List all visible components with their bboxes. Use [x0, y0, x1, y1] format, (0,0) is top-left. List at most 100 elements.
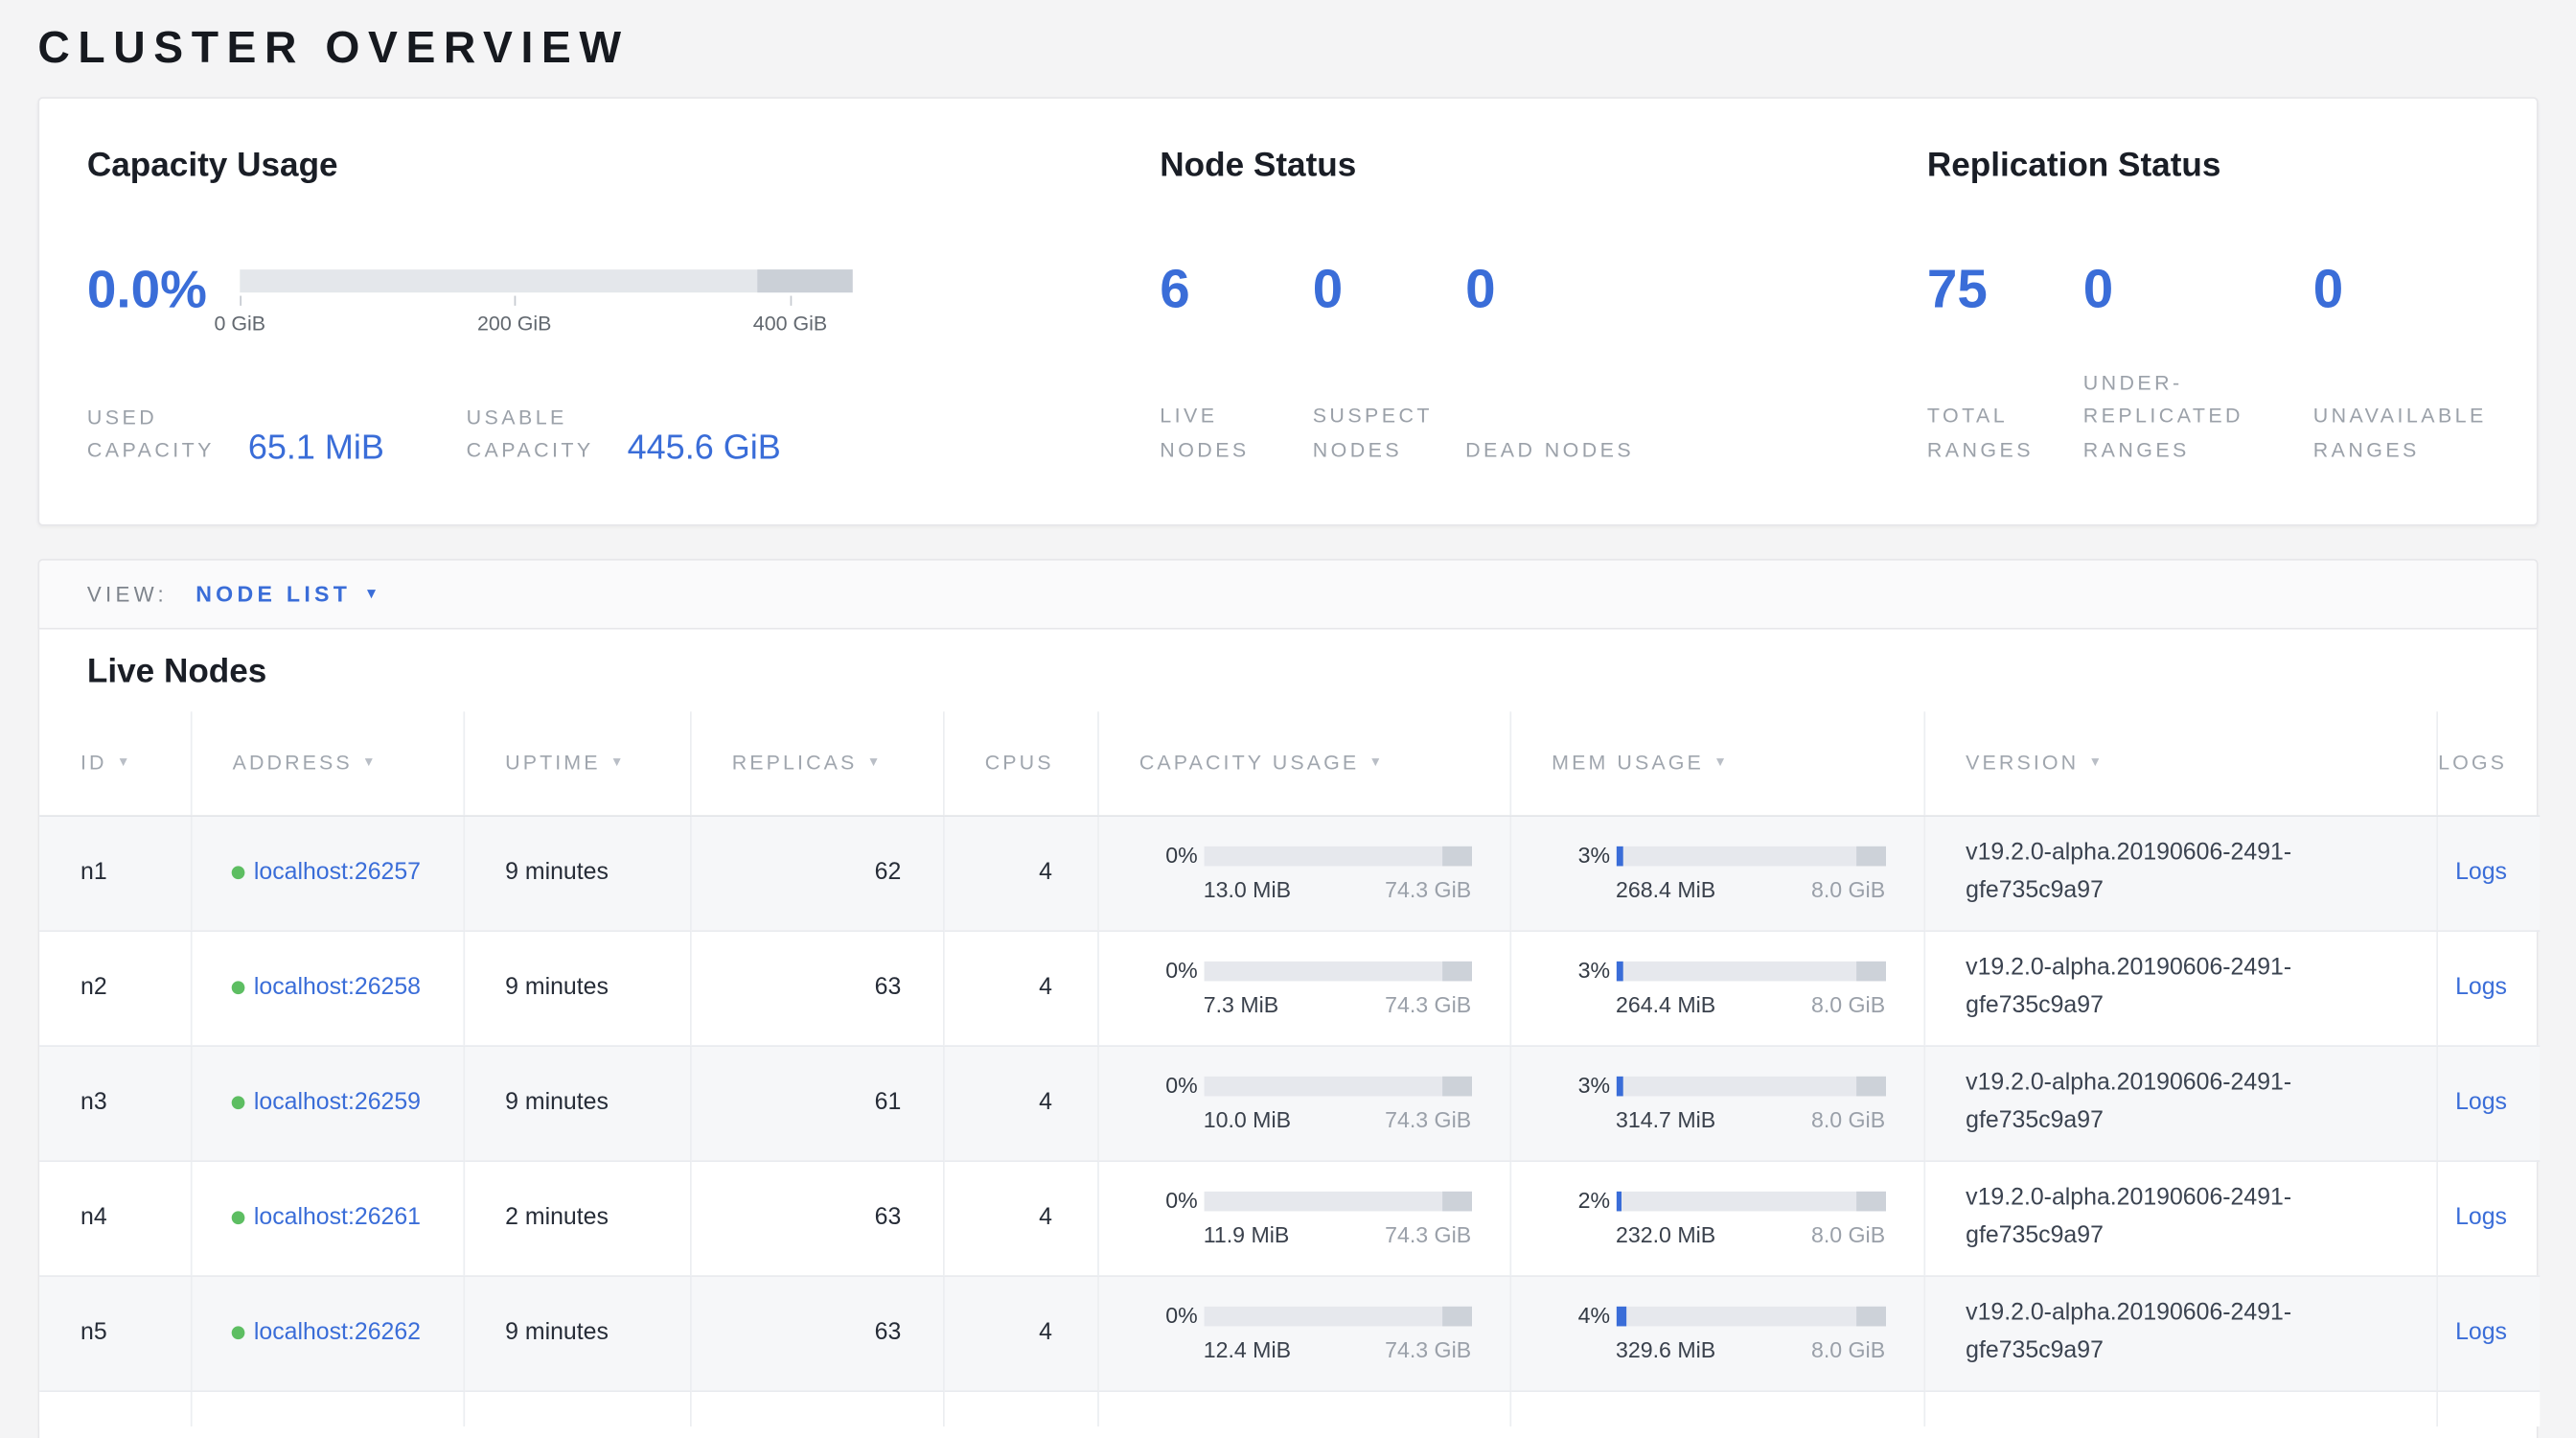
logs-link[interactable]: Logs: [2455, 860, 2507, 886]
app-root: CLUSTER OVERVIEW Capacity Usage 0.0% 0 G…: [0, 0, 2576, 1438]
node-address-cell: localhost:26261: [191, 1160, 464, 1275]
node-address-link[interactable]: localhost:26262: [254, 1314, 435, 1352]
mem-used-fill: [1616, 1076, 1623, 1096]
capacity-used-value: 10.0 MiB: [1204, 1107, 1291, 1132]
usable-capacity-value: 445.6 GiB: [628, 430, 781, 467]
node-cpus-cell: 4: [943, 930, 1097, 1045]
capacity-reserved-segment: [1441, 846, 1471, 866]
capacity-used-value: 12.4 MiB: [1204, 1337, 1291, 1362]
live-status-dot-icon: [231, 1326, 244, 1339]
logs-link[interactable]: Logs: [2455, 1205, 2507, 1231]
node-replicas-cell: 61: [690, 1045, 943, 1160]
live-status-dot-icon: [231, 1096, 244, 1109]
mem-reserved-segment: [1855, 961, 1885, 981]
live-status-dot-icon: [231, 981, 244, 994]
node-replicas-cell: 63: [690, 1160, 943, 1275]
node-mem-usage-cell: 3% 268.4 MiB 8.0 GiB: [1509, 815, 1923, 930]
mem-total-value: 8.0 GiB: [1811, 877, 1885, 902]
mem-percent: 2%: [1578, 1188, 1616, 1213]
view-bar: VIEW: NODE LIST ▼: [37, 559, 2538, 630]
node-version-cell: v19.2.0-alpha.20190606-2491-gfe735c9a97: [1923, 1275, 2436, 1390]
mem-percent: 3%: [1578, 1073, 1616, 1098]
gauge-tick: [790, 296, 792, 306]
node-uptime-cell: 2 minutes: [463, 1160, 690, 1275]
live-nodes-value: 6: [1160, 262, 1312, 317]
sort-desc-icon: ▼: [362, 754, 379, 769]
view-selector-dropdown[interactable]: NODE LIST ▼: [196, 582, 379, 607]
gauge-tick: [515, 296, 517, 306]
node-uptime-cell: 9 minutes: [463, 930, 690, 1045]
node-id-cell: n5: [39, 1275, 191, 1390]
node-cpus-cell: 4: [943, 1275, 1097, 1390]
node-capacity-usage-cell: 0% 10.0 MiB 74.3 GiB: [1097, 1045, 1509, 1160]
column-header-replicas[interactable]: REPLICAS▼: [690, 711, 943, 815]
capacity-usage-bar: [1204, 1076, 1471, 1096]
node-version-cell: v19.2.0-alpha.20190606-2491-gfe735c9a97: [1923, 1045, 2436, 1160]
capacity-used-value: 7.3 MiB: [1204, 992, 1278, 1017]
capacity-usage-bar: [1204, 961, 1471, 981]
node-replicas-cell: 63: [690, 930, 943, 1045]
nodes-table-header-row: ID▼ ADDRESS▼ UPTIME▼ REPLICAS▼ CPUS CAPA…: [39, 711, 2540, 815]
node-version-cell: v19.2.0-alpha.20190606-2491-gfe735c9a97: [1923, 930, 2436, 1045]
node-cpus-cell: 4: [943, 1160, 1097, 1275]
under-replicated-ranges-value: 0: [2083, 262, 2313, 317]
cluster-summary-card: Capacity Usage 0.0% 0 GiB 200 GiB 400 Gi…: [37, 97, 2538, 525]
gauge-tick-label: 400 GiB: [753, 313, 827, 336]
column-header-id[interactable]: ID▼: [39, 711, 191, 815]
table-row: n2 localhost:26258 9 minutes 63 4 0% 7.3…: [39, 930, 2540, 1045]
node-uptime-cell: 9 minutes: [463, 815, 690, 930]
capacity-gauge: 0 GiB 200 GiB 400 GiB: [240, 269, 852, 292]
unavailable-ranges-value: 0: [2313, 262, 2489, 317]
table-row-partial: [39, 1390, 2540, 1426]
node-status-stats: 6 LIVE NODES 0 SUSPECT NODES 0 DEAD NODE…: [1160, 262, 1882, 467]
dead-nodes-stat: 0 DEAD NODES: [1465, 262, 1882, 467]
node-address-link[interactable]: localhost:26261: [254, 1199, 435, 1237]
node-address-link[interactable]: localhost:26257: [254, 854, 435, 892]
capacity-total-value: 74.3 GiB: [1385, 1337, 1471, 1362]
live-nodes-heading: Live Nodes: [39, 630, 2537, 712]
logs-link[interactable]: Logs: [2455, 1090, 2507, 1116]
sort-desc-icon: ▼: [867, 754, 884, 769]
mem-total-value: 8.0 GiB: [1811, 1222, 1885, 1247]
column-header-mem-usage[interactable]: MEM USAGE▼: [1509, 711, 1923, 815]
live-nodes-stat: 6 LIVE NODES: [1160, 262, 1312, 467]
under-replicated-ranges-label: UNDER-REPLICATED RANGES: [2083, 365, 2313, 466]
live-nodes-label: LIVE NODES: [1160, 400, 1312, 467]
node-address-cell: localhost:26258: [191, 930, 464, 1045]
node-address-link[interactable]: localhost:26259: [254, 1084, 435, 1122]
gauge-tick-label: 200 GiB: [477, 313, 551, 336]
total-ranges-stat: 75 TOTAL RANGES: [1927, 262, 2083, 467]
sort-desc-icon: ▼: [117, 754, 133, 769]
node-logs-cell: Logs: [2436, 1045, 2540, 1160]
nodes-table-body: n1 localhost:26257 9 minutes 62 4 0% 13.…: [39, 815, 2540, 1390]
mem-used-value: 329.6 MiB: [1616, 1337, 1715, 1362]
capacity-percent: 0%: [1165, 958, 1203, 983]
capacity-usage-bar: [1204, 1191, 1471, 1211]
live-status-dot-icon: [231, 1211, 244, 1224]
column-header-capacity-usage[interactable]: CAPACITY USAGE▼: [1097, 711, 1509, 815]
logs-link[interactable]: Logs: [2455, 975, 2507, 1001]
capacity-percent: 0%: [1165, 1073, 1203, 1098]
capacity-used-percent: 0.0%: [87, 262, 240, 317]
capacity-reserved-segment: [1441, 1306, 1471, 1326]
column-header-address[interactable]: ADDRESS▼: [191, 711, 464, 815]
sort-desc-icon: ▼: [2089, 754, 2105, 769]
column-header-uptime[interactable]: UPTIME▼: [463, 711, 690, 815]
logs-link[interactable]: Logs: [2455, 1320, 2507, 1346]
live-status-dot-icon: [231, 866, 244, 879]
live-nodes-card: Live Nodes ID▼ ADDRESS▼ UPTIME▼ REPLICAS…: [37, 630, 2538, 1438]
node-logs-cell: Logs: [2436, 815, 2540, 930]
node-mem-usage-cell: 3% 314.7 MiB 8.0 GiB: [1509, 1045, 1923, 1160]
chevron-down-icon: ▼: [364, 587, 379, 601]
suspect-nodes-stat: 0 SUSPECT NODES: [1313, 262, 1465, 467]
nodes-table: ID▼ ADDRESS▼ UPTIME▼ REPLICAS▼ CPUS CAPA…: [39, 711, 2540, 1426]
node-address-link[interactable]: localhost:26258: [254, 969, 435, 1007]
view-selected-option[interactable]: NODE LIST: [196, 582, 351, 607]
replication-status-title: Replication Status: [1927, 147, 2489, 186]
table-row: n5 localhost:26262 9 minutes 63 4 0% 12.…: [39, 1275, 2540, 1390]
column-header-version[interactable]: VERSION▼: [1923, 711, 2436, 815]
unavailable-ranges-stat: 0 UNAVAILABLE RANGES: [2313, 262, 2489, 467]
mem-percent: 3%: [1578, 843, 1616, 868]
gauge-tick-label: 0 GiB: [214, 313, 265, 336]
view-label: VIEW:: [87, 582, 168, 607]
